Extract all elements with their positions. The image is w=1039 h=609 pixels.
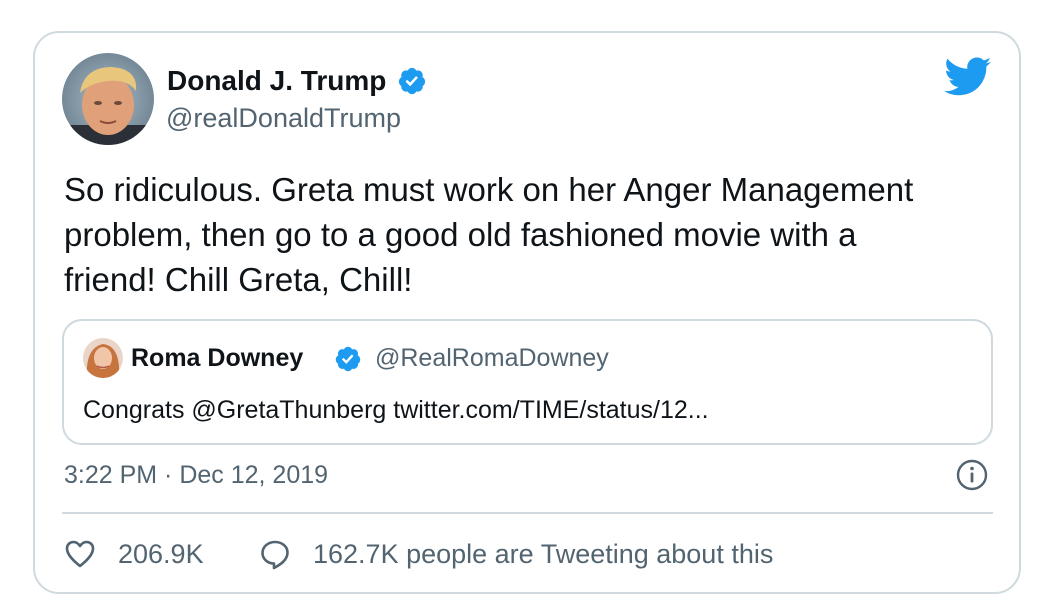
speech-bubble-icon[interactable]	[259, 538, 291, 570]
twitter-bird-icon[interactable]	[944, 57, 992, 97]
heart-icon[interactable]	[64, 538, 96, 570]
quoted-author-handle[interactable]: @RealRomaDowney	[375, 343, 609, 373]
quoted-tweet-text[interactable]: Congrats @GretaThunberg twitter.com/TIME…	[83, 395, 709, 425]
divider	[62, 512, 993, 514]
verified-badge-icon	[335, 346, 361, 372]
tweeting-about-this[interactable]: 162.7K people are Tweeting about this	[313, 538, 773, 570]
tweet-timestamp[interactable]: 3:22 PM · Dec 12, 2019	[64, 460, 328, 490]
info-icon[interactable]	[956, 459, 988, 491]
verified-badge-icon	[398, 67, 426, 95]
quoted-author-name[interactable]: Roma Downey	[131, 343, 303, 373]
like-count[interactable]: 206.9K	[118, 538, 204, 570]
author-handle[interactable]: @realDonaldTrump	[166, 101, 401, 135]
author-avatar[interactable]	[62, 53, 154, 145]
quoted-tweet[interactable]	[62, 319, 993, 445]
quoted-author-avatar[interactable]	[83, 338, 123, 378]
tweet-text: So ridiculous. Greta must work on her An…	[64, 171, 914, 298]
author-name[interactable]: Donald J. Trump	[167, 64, 386, 98]
